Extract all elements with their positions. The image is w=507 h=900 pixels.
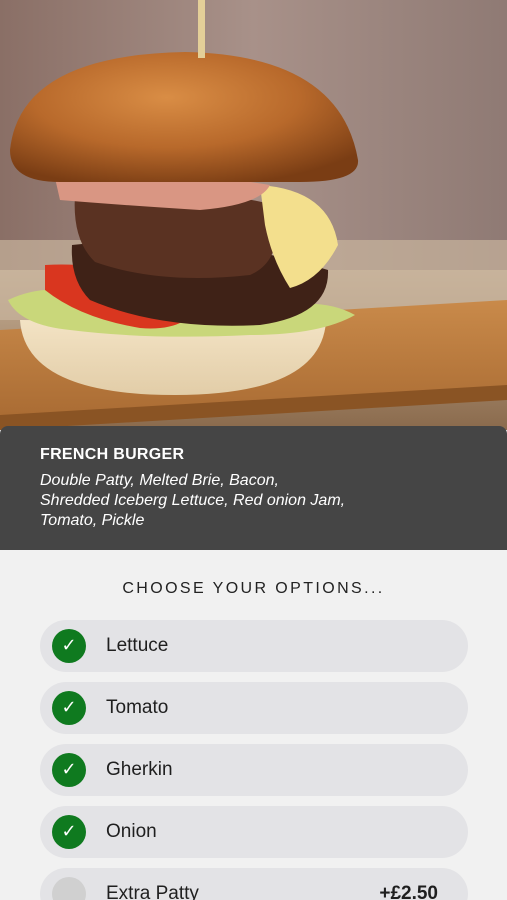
option-label: Gherkin [106,759,173,780]
option-label: Lettuce [106,635,169,656]
options-heading: CHOOSE YOUR OPTIONS... [122,580,385,597]
checkmark-icon: ✓ [52,691,86,725]
product-info-panel: FRENCH BURGER Double Patty, Melted Brie,… [0,426,507,550]
burger-illustration [0,0,507,430]
options-section: CHOOSE YOUR OPTIONS... ✓ Lettuce ✓ Tomat… [0,550,507,900]
burger-photo [0,0,507,430]
product-description: Double Patty, Melted Brie, Bacon, Shredd… [40,472,346,529]
option-label: Tomato [106,697,169,718]
option-price: +£2.50 [379,883,438,900]
option-label: Extra Patty [106,883,199,900]
checkmark-icon: ✓ [52,629,86,663]
product-title: FRENCH BURGER [40,446,185,463]
option-tomato[interactable]: ✓ Tomato [40,682,468,734]
checkmark-icon: ✓ [52,753,86,787]
option-lettuce[interactable]: ✓ Lettuce [40,620,468,672]
option-extra-patty[interactable]: Extra Patty +£2.50 [40,868,468,900]
unchecked-circle-icon [52,877,86,900]
option-label: Onion [106,821,157,842]
checkmark-icon: ✓ [52,815,86,849]
option-gherkin[interactable]: ✓ Gherkin [40,744,468,796]
option-onion[interactable]: ✓ Onion [40,806,468,858]
product-detail-page: FRENCH BURGER Double Patty, Melted Brie,… [0,0,507,900]
